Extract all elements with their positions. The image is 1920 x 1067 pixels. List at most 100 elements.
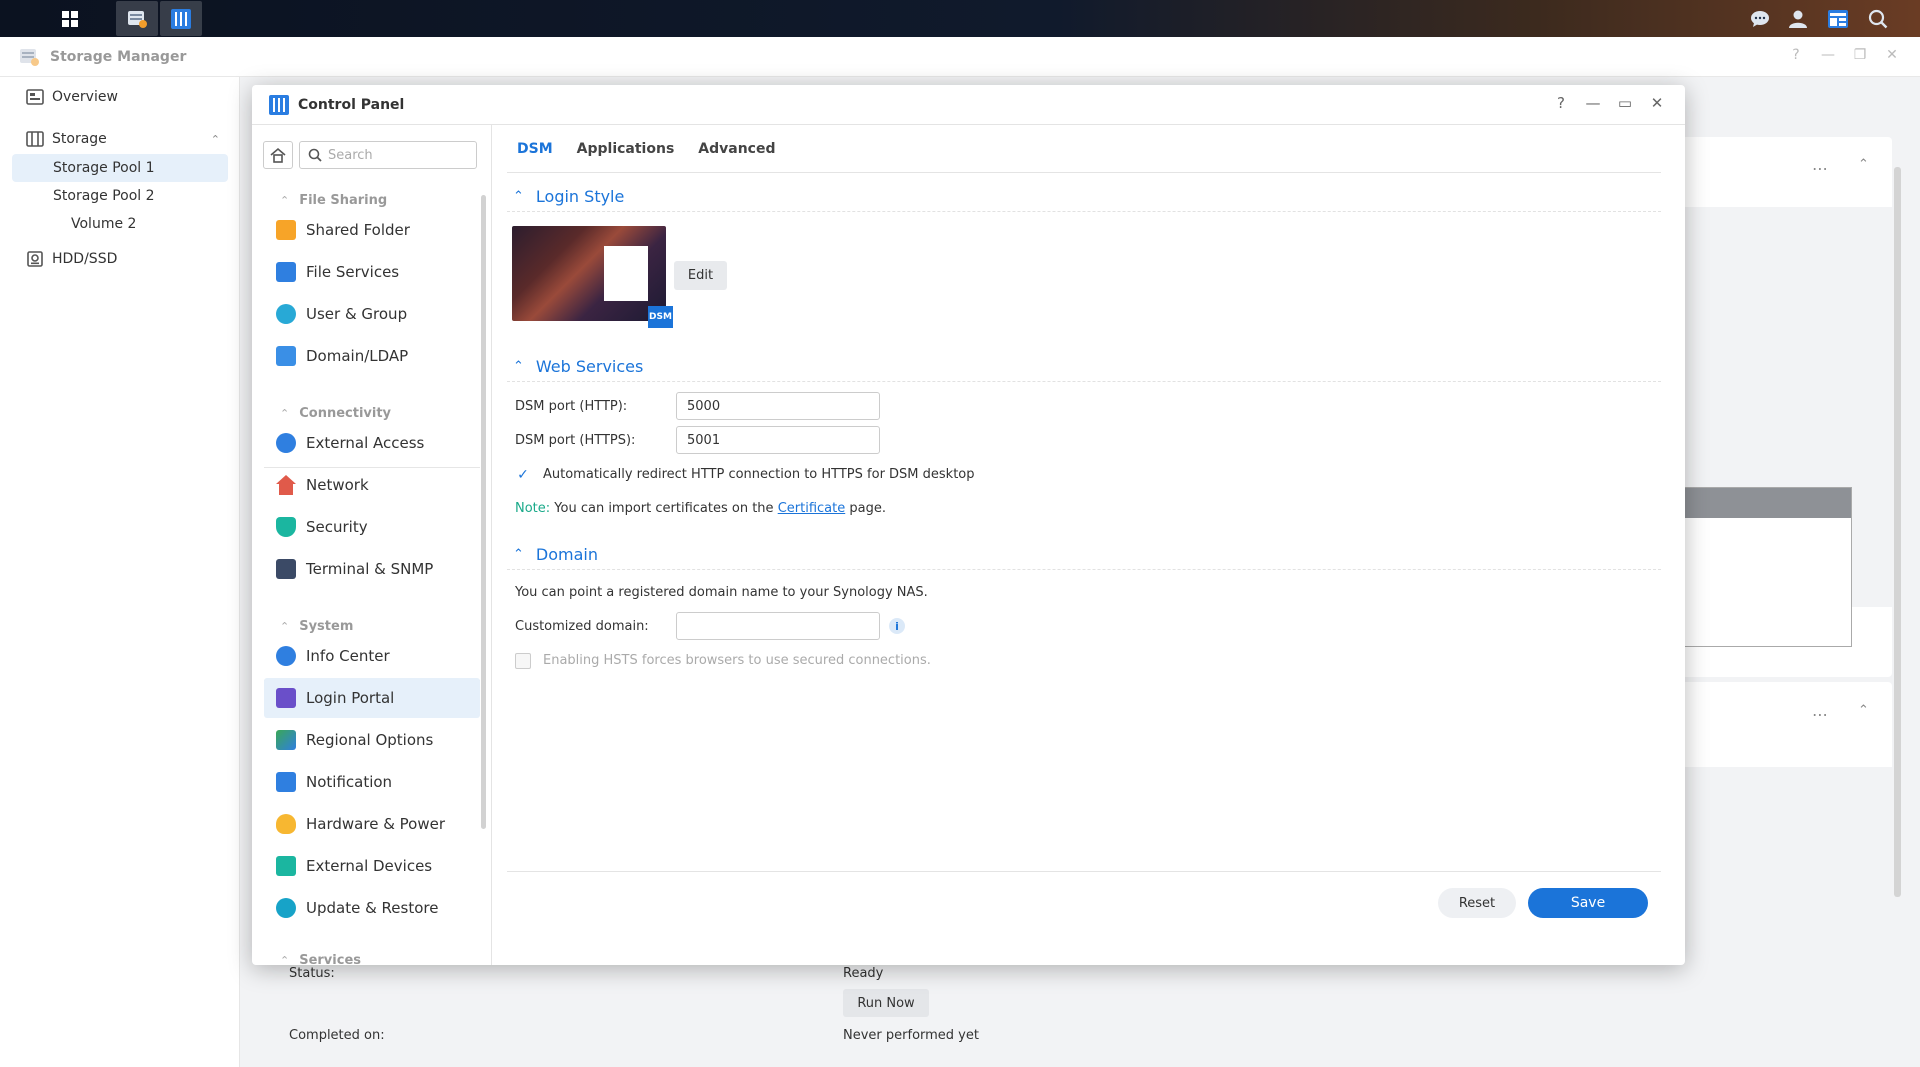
nav-storage[interactable]: Storage ⌃ (26, 125, 220, 153)
search-button[interactable] (1862, 0, 1894, 37)
sidebar-item-security[interactable]: Security (264, 507, 480, 547)
sidebar-item-label: Security (306, 518, 368, 536)
certificate-link[interactable]: Certificate (778, 501, 846, 516)
more-icon[interactable]: ⋯ (1812, 159, 1828, 178)
chevron-up-icon[interactable]: ⌃ (211, 133, 220, 146)
sidebar-item-update-restore[interactable]: Update & Restore (264, 888, 480, 928)
hsts-label: Enabling HSTS forces browsers to use sec… (543, 653, 931, 668)
custom-domain-field[interactable] (676, 612, 880, 640)
category-file-sharing[interactable]: ⌃ File Sharing (280, 190, 387, 210)
edit-button[interactable]: Edit (674, 261, 727, 290)
tab-advanced[interactable]: Advanced (698, 141, 775, 157)
search-input[interactable] (328, 147, 468, 163)
category-connectivity[interactable]: ⌃ Connectivity (280, 403, 391, 423)
user-button[interactable] (1782, 0, 1814, 37)
tab-applications[interactable]: Applications (577, 141, 675, 157)
control-panel-titlebar[interactable]: Control Panel ? — ▭ ✕ (252, 85, 1685, 125)
sidebar-item-notification[interactable]: Notification (264, 762, 480, 802)
sidebar-scrollbar[interactable] (481, 195, 486, 829)
sidebar-item-shared-folder[interactable]: Shared Folder (264, 210, 480, 250)
note-suffix: page. (849, 501, 886, 516)
main-scrollbar[interactable] (1894, 167, 1901, 897)
sidebar-item-network[interactable]: Network (264, 465, 480, 505)
sidebar-item-domain-ldap[interactable]: Domain/LDAP (264, 336, 480, 376)
taskbar-control-panel[interactable] (160, 1, 202, 36)
run-now-button[interactable]: Run Now (843, 989, 929, 1017)
help-icon[interactable]: ? (1545, 94, 1577, 112)
sidebar-item-label: Info Center (306, 647, 390, 665)
home-icon (270, 147, 286, 163)
sidebar-item-label: Update & Restore (306, 899, 439, 917)
info-icon (276, 646, 296, 666)
section-login-style-heading: Login Style (535, 187, 625, 206)
info-icon[interactable]: i (889, 618, 905, 634)
close-icon[interactable]: ✕ (1641, 94, 1673, 112)
main-menu-button[interactable] (54, 0, 86, 37)
section-login-style[interactable]: ⌃ Login Style (513, 187, 624, 206)
sidebar-item-external-access[interactable]: External Access (264, 423, 480, 463)
redirect-https-checkbox[interactable]: ✓ (515, 467, 531, 483)
storage-manager-title: Storage Manager (50, 48, 187, 65)
note-text: You can import certificates on the (554, 501, 774, 516)
nav-hdd-ssd[interactable]: HDD/SSD (26, 245, 117, 273)
maximize-icon[interactable]: ▭ (1609, 94, 1641, 112)
more-icon[interactable]: ⋯ (1812, 705, 1828, 724)
hsts-checkbox[interactable] (515, 653, 531, 669)
nav-overview[interactable]: Overview (26, 83, 118, 111)
taskbar-storage-manager[interactable] (116, 1, 158, 36)
widgets-button[interactable] (1822, 0, 1854, 37)
minimize-icon[interactable]: — (1812, 47, 1844, 63)
help-icon[interactable]: ? (1780, 47, 1812, 63)
category-services[interactable]: ⌃ Services (280, 950, 362, 966)
sidebar-item-user-group[interactable]: User & Group (264, 294, 480, 334)
home-button[interactable] (263, 141, 293, 169)
section-domain-heading: Domain (535, 545, 598, 564)
sidebar-item-external-devices[interactable]: External Devices (264, 846, 480, 886)
sidebar-item-regional-options[interactable]: Regional Options (264, 720, 480, 760)
category-services-label: Services (299, 952, 362, 966)
completed-value: Never performed yet (843, 1028, 979, 1043)
sidebar-item-terminal-snmp[interactable]: Terminal & SNMP (264, 549, 480, 589)
sidebar-item-login-portal[interactable]: Login Portal (264, 678, 480, 718)
chevron-up-icon[interactable]: ⌃ (1858, 703, 1869, 718)
reset-button[interactable]: Reset (1438, 888, 1516, 918)
nav-storage-pool-1-label: Storage Pool 1 (53, 160, 155, 176)
storage-icon (26, 131, 44, 147)
search-box[interactable] (299, 141, 477, 169)
storage-manager-icon (128, 10, 147, 28)
control-panel-window: Control Panel ? — ▭ ✕ ⌃ File Sharing Shar… (252, 85, 1685, 965)
sidebar-item-file-services[interactable]: File Services (264, 252, 480, 292)
minimize-icon[interactable]: — (1577, 94, 1609, 112)
restore-icon[interactable]: ❐ (1844, 47, 1876, 63)
nav-storage-pool-2[interactable]: Storage Pool 2 (12, 182, 155, 210)
domain-description: You can point a registered domain name t… (515, 585, 928, 600)
chevron-up-icon[interactable]: ⌃ (1858, 157, 1869, 172)
checkmark-icon: ✓ (517, 467, 529, 483)
sidebar-item-info-center[interactable]: Info Center (264, 636, 480, 676)
sidebar-item-label: Shared Folder (306, 221, 410, 239)
sidebar-item-hardware-power[interactable]: Hardware & Power (264, 804, 480, 844)
storage-manager-titlebar: Storage Manager (0, 37, 1920, 77)
nav-volume-2[interactable]: Volume 2 (12, 210, 136, 238)
http-port-field[interactable] (676, 392, 880, 420)
close-icon[interactable]: ✕ (1876, 47, 1908, 63)
nav-hdd-ssd-label: HDD/SSD (52, 251, 118, 267)
save-button[interactable]: Save (1528, 888, 1648, 918)
divider (507, 211, 1661, 212)
control-panel-icon (171, 8, 191, 29)
sidebar-item-label: File Services (306, 263, 400, 281)
terminal-icon (276, 559, 296, 579)
tab-dsm[interactable]: DSM (517, 141, 553, 157)
chat-button[interactable] (1744, 0, 1776, 37)
nav-volume-2-label: Volume 2 (71, 216, 137, 232)
section-web-services[interactable]: ⌃ Web Services (513, 357, 643, 376)
chevron-up-icon: ⌃ (280, 193, 290, 207)
storage-manager-icon (20, 48, 39, 66)
https-port-field[interactable] (676, 426, 880, 454)
overview-icon (26, 89, 44, 105)
nav-storage-pool-1[interactable]: Storage Pool 1 (12, 154, 228, 182)
category-system[interactable]: ⌃ System (280, 616, 353, 636)
disk-icon (27, 251, 43, 267)
section-domain[interactable]: ⌃ Domain (513, 545, 598, 564)
footer-divider (507, 871, 1661, 872)
